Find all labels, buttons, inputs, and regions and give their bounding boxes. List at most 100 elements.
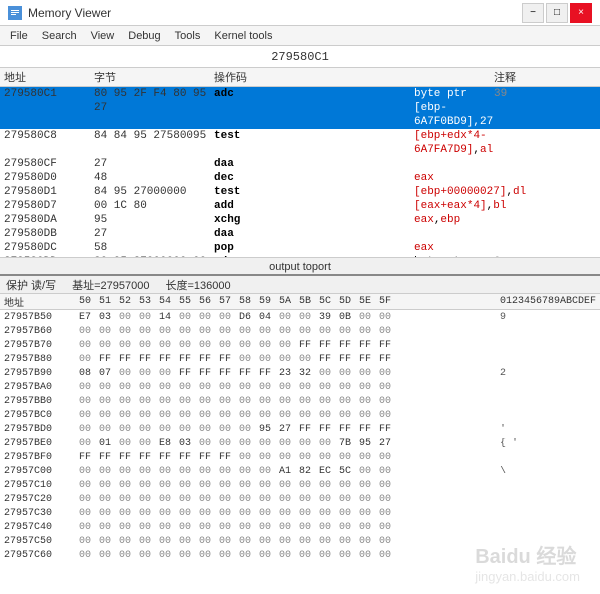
row-bytes: 48: [94, 171, 214, 185]
row-addr: 279580D0: [4, 171, 94, 185]
row-args: [ebp+00000027],dl: [414, 185, 494, 199]
hex-byte-17-14: 00: [356, 550, 374, 561]
row-bytes: 95: [94, 213, 214, 227]
close-button[interactable]: ×: [570, 3, 592, 23]
hex-byte-9-4: E8: [156, 438, 174, 449]
hex-byte-6-2: 00: [116, 396, 134, 407]
row-args: eax,ebp: [414, 213, 494, 227]
hex-row[interactable]: 27957C4000000000000000000000000000000000: [0, 520, 600, 534]
disasm-row[interactable]: 279580DC 58 pop eax: [0, 241, 600, 255]
hex-byte-6-3: 00: [136, 396, 154, 407]
hex-byte-1-3: 00: [136, 326, 154, 337]
hex-byte-0-11: 00: [296, 312, 314, 323]
hex-row[interactable]: 27957B6000000000000000000000000000000000: [0, 324, 600, 338]
row-addr: 279580C1: [4, 87, 94, 129]
hex-byte-16-0: 00: [76, 536, 94, 547]
hex-row[interactable]: 27957BE000010000E803000000000000007B9527…: [0, 436, 600, 450]
hex-byte-9-2: 00: [116, 438, 134, 449]
hex-byte-1-2: 00: [116, 326, 134, 337]
hex-row[interactable]: 27957C1000000000000000000000000000000000: [0, 478, 600, 492]
disasm-row[interactable]: 279580D1 84 95 27000000 test [ebp+000000…: [0, 185, 600, 199]
hex-row-bytes: FFFFFFFFFFFFFFFF0000000000000000: [76, 452, 496, 463]
maximize-button[interactable]: □: [546, 3, 568, 23]
hex-byte-10-13: 00: [336, 452, 354, 463]
hex-byte-17-0: 00: [76, 550, 94, 561]
hex-byte-3-15: FF: [376, 354, 394, 365]
disasm-row[interactable]: 279580DD 80 95 27000000 00 adc byte ptr …: [0, 255, 600, 257]
hex-byte-15-10: 00: [276, 522, 294, 533]
hex-row[interactable]: 27957BC000000000000000000000000000000000: [0, 408, 600, 422]
hex-byte-14-8: 00: [236, 508, 254, 519]
hex-byte-17-5: 00: [176, 550, 194, 561]
hex-header-col-11: 5B: [296, 296, 314, 307]
menu-item-kernel tools[interactable]: Kernel tools: [208, 29, 278, 43]
hex-byte-9-15: 27: [376, 438, 394, 449]
hex-row[interactable]: 27957BF0FFFFFFFFFFFFFFFF0000000000000000: [0, 450, 600, 464]
hex-row[interactable]: 27957C3000000000000000000000000000000000: [0, 506, 600, 520]
menu-item-search[interactable]: Search: [36, 29, 83, 43]
hex-byte-12-7: 00: [216, 480, 234, 491]
hex-byte-15-2: 00: [116, 522, 134, 533]
hex-row-bytes: 00000000000000000000000000000000: [76, 326, 496, 337]
hex-byte-12-9: 00: [256, 480, 274, 491]
hex-byte-7-8: 00: [236, 410, 254, 421]
disasm-row[interactable]: 279580CF 27 daa: [0, 157, 600, 171]
hex-row[interactable]: 27957C0000000000000000000000A182EC5C0000…: [0, 464, 600, 478]
hex-header-col-10: 5A: [276, 296, 294, 307]
hex-byte-4-8: FF: [236, 368, 254, 379]
hex-protection: 保护 读/写: [6, 277, 56, 293]
minimize-button[interactable]: −: [522, 3, 544, 23]
menu-item-file[interactable]: File: [4, 29, 34, 43]
hex-byte-13-13: 00: [336, 494, 354, 505]
disasm-row[interactable]: 279580C1 80 95 2F F4 80 95 27 adc byte p…: [0, 87, 600, 129]
hex-byte-17-11: 00: [296, 550, 314, 561]
hex-byte-0-0: E7: [76, 312, 94, 323]
hex-byte-12-10: 00: [276, 480, 294, 491]
row-comment: [494, 227, 596, 241]
hex-byte-16-13: 00: [336, 536, 354, 547]
hex-row[interactable]: 27957BA000000000000000000000000000000000: [0, 380, 600, 394]
menu-item-view[interactable]: View: [85, 29, 121, 43]
hex-byte-10-15: 00: [376, 452, 394, 463]
hex-byte-8-2: 00: [116, 424, 134, 435]
hex-row[interactable]: 27957B8000FFFFFFFFFFFFFF00000000FFFFFFFF: [0, 352, 600, 366]
disasm-row[interactable]: 279580D7 00 1C 80 add [eax+eax*4],bl: [0, 199, 600, 213]
hex-row-addr: 27957C30: [4, 508, 76, 519]
hex-row[interactable]: 27957B50E703000014000000D6040000390B0000…: [0, 310, 600, 324]
disasm-row[interactable]: 279580DB 27 daa: [0, 227, 600, 241]
menu-item-tools[interactable]: Tools: [169, 29, 207, 43]
menu-item-debug[interactable]: Debug: [122, 29, 166, 43]
disasm-row[interactable]: 279580C8 84 84 95 27580095 test [ebp+edx…: [0, 129, 600, 157]
hex-byte-16-6: 00: [196, 536, 214, 547]
hex-byte-8-12: FF: [316, 424, 334, 435]
row-bytes: 80 95 2F F4 80 95 27: [94, 87, 214, 129]
hex-row[interactable]: 27957B900807000000FFFFFFFFFF233200000000…: [0, 366, 600, 380]
hex-body[interactable]: 27957B50E703000014000000D6040000390B0000…: [0, 310, 600, 594]
hex-byte-2-5: 00: [176, 340, 194, 351]
hex-row[interactable]: 27957B700000000000000000000000FFFFFFFFFF: [0, 338, 600, 352]
hex-row[interactable]: 27957BB000000000000000000000000000000000: [0, 394, 600, 408]
hex-byte-16-7: 00: [216, 536, 234, 547]
hex-byte-3-8: 00: [236, 354, 254, 365]
hex-byte-11-0: 00: [76, 466, 94, 477]
disasm-row[interactable]: 279580D0 48 dec eax: [0, 171, 600, 185]
hex-byte-8-15: FF: [376, 424, 394, 435]
hex-byte-2-8: 00: [236, 340, 254, 351]
hex-byte-10-7: FF: [216, 452, 234, 463]
hex-row-bytes: 00000000000000000000000000000000: [76, 480, 496, 491]
hex-row-bytes: 00000000000000000000000000000000: [76, 410, 496, 421]
hex-row[interactable]: 27957C5000000000000000000000000000000000: [0, 534, 600, 548]
hex-row[interactable]: 27957C6000000000000000000000000000000000: [0, 548, 600, 562]
disasm-row[interactable]: 279580DA 95 xchg eax,ebp: [0, 213, 600, 227]
hex-byte-10-5: FF: [176, 452, 194, 463]
hex-byte-16-1: 00: [96, 536, 114, 547]
hex-byte-9-6: 00: [196, 438, 214, 449]
hex-byte-1-10: 00: [276, 326, 294, 337]
hex-row[interactable]: 27957BD00000000000000000009527FFFFFFFFFF…: [0, 422, 600, 436]
hex-row[interactable]: 27957C2000000000000000000000000000000000: [0, 492, 600, 506]
hex-byte-7-9: 00: [256, 410, 274, 421]
hex-length: 长度=136000: [166, 277, 231, 293]
hex-byte-17-2: 00: [116, 550, 134, 561]
hex-byte-0-12: 39: [316, 312, 334, 323]
disasm-body[interactable]: 279580C1 80 95 2F F4 80 95 27 adc byte p…: [0, 87, 600, 257]
